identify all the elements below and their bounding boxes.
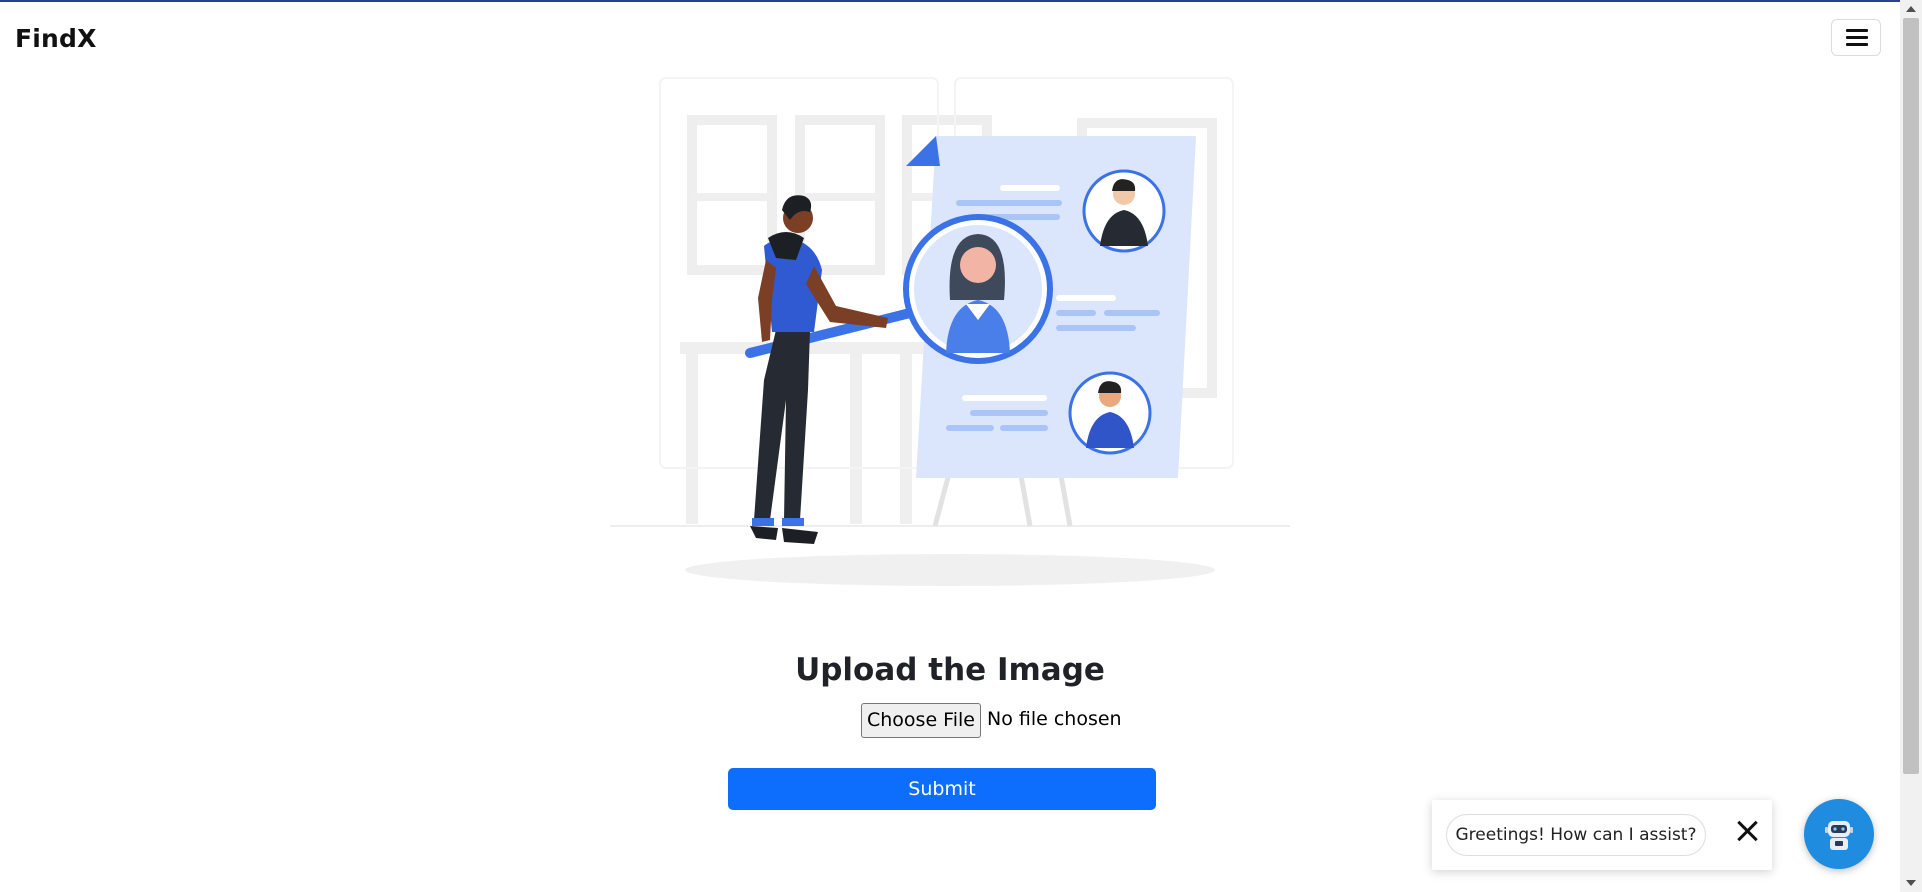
ground-shadow <box>685 554 1215 586</box>
scroll-down-arrow-icon[interactable] <box>1906 880 1916 886</box>
robot-icon <box>1825 821 1853 850</box>
chat-greeting-bubble[interactable]: Greetings! How can I assist? <box>1446 814 1706 856</box>
close-icon[interactable] <box>1734 818 1760 844</box>
chat-greeting-popup: Greetings! How can I assist? <box>1432 800 1772 870</box>
hamburger-menu-icon <box>1846 29 1868 32</box>
brand-logo[interactable]: FindX <box>15 24 97 53</box>
file-status-text: No file chosen <box>987 708 1122 730</box>
hero-illustration <box>610 77 1290 586</box>
navbar: FindX <box>0 2 1900 74</box>
candidate-avatar-bottom <box>1068 371 1152 455</box>
scroll-up-arrow-icon[interactable] <box>1906 6 1916 12</box>
person-figure <box>750 195 888 544</box>
menu-toggle-button[interactable] <box>1831 19 1881 56</box>
scrollbar-thumb[interactable] <box>1903 18 1919 774</box>
chatbot-button[interactable] <box>1804 799 1874 869</box>
submit-button[interactable]: Submit <box>728 768 1156 810</box>
vertical-scrollbar[interactable] <box>1900 0 1922 892</box>
choose-file-button[interactable]: Choose File <box>861 703 981 738</box>
candidate-avatar-top <box>1082 169 1166 253</box>
upload-title: Upload the Image <box>795 652 1105 688</box>
